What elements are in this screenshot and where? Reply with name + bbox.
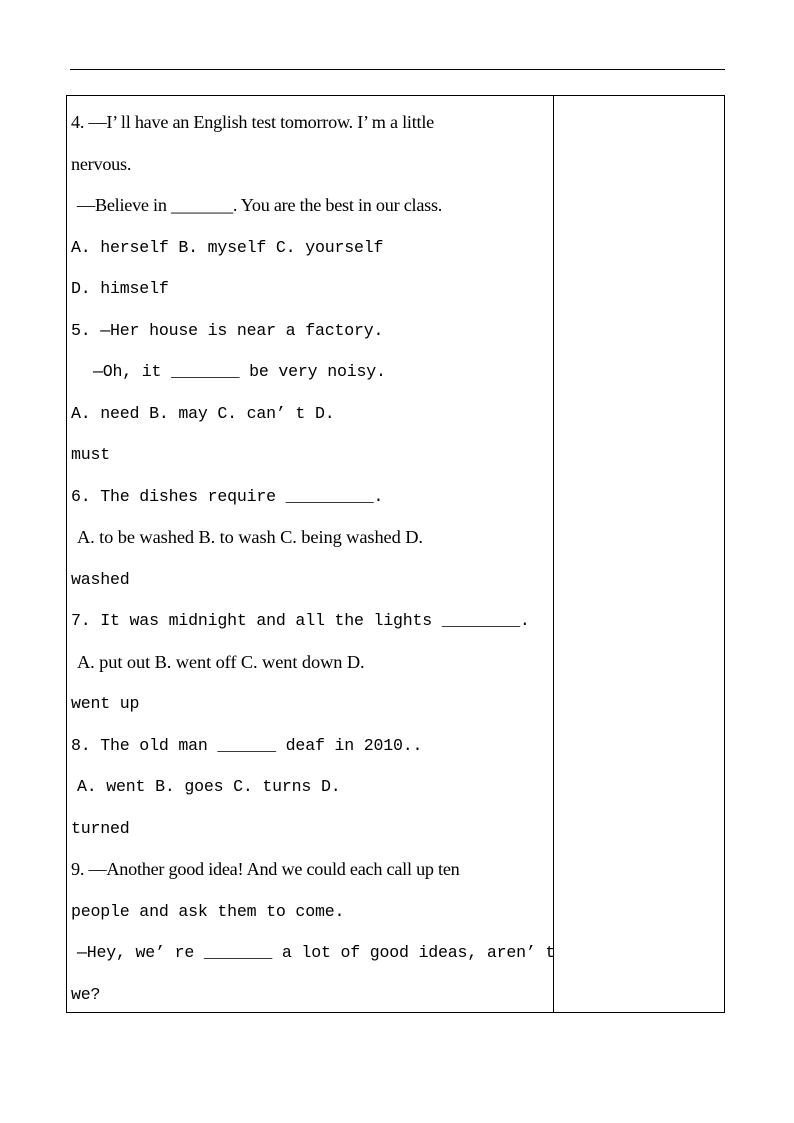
table-cell-questions: 4. —I’ ll have an English test tomorrow.… <box>67 96 556 1012</box>
option-line: A. to be washed B. to wash C. being wash… <box>77 527 423 547</box>
option-line: A. need B. may C. can’ t D. <box>71 403 335 423</box>
question-line: 7. It was midnight and all the lights __… <box>71 611 530 630</box>
questions-table: 4. —I’ ll have an English test tomorrow.… <box>66 95 725 1013</box>
option-line: A. herself B. myself C. yourself <box>71 237 384 257</box>
question-line: 5. —Her house is near a factory. <box>71 320 384 340</box>
question-line: —Hey, we’ re _______ a lot of good ideas… <box>77 943 556 962</box>
option-line: turned <box>71 818 130 838</box>
question-line: people and ask them to come. <box>71 901 345 921</box>
question-line: —Oh, it _______ be very noisy. <box>93 362 386 381</box>
option-line: must <box>71 445 111 464</box>
option-line: D. himself <box>71 279 169 298</box>
question-line: —Believe in _______. You are the best in… <box>77 195 443 215</box>
question-line: 4. —I’ ll have an English test tomorrow.… <box>71 112 434 132</box>
table-cell-answer-notes <box>554 96 724 1012</box>
header-rule <box>70 69 725 70</box>
document-page: 4. —I’ ll have an English test tomorrow.… <box>0 0 794 1123</box>
option-line: A. went B. goes C. turns D. <box>77 777 341 796</box>
option-line: washed <box>71 569 130 589</box>
option-line: A. put out B. went off C. went down D. <box>77 651 365 672</box>
option-line: went up <box>71 694 140 713</box>
question-line: 9. —Another good idea! And we could each… <box>71 859 460 879</box>
question-line: 8. The old man ______ deaf in 2010.. <box>71 735 423 755</box>
question-line: nervous. <box>71 153 132 174</box>
question-line: 6. The dishes require _________. <box>71 486 384 506</box>
question-line: we? <box>71 984 101 1004</box>
